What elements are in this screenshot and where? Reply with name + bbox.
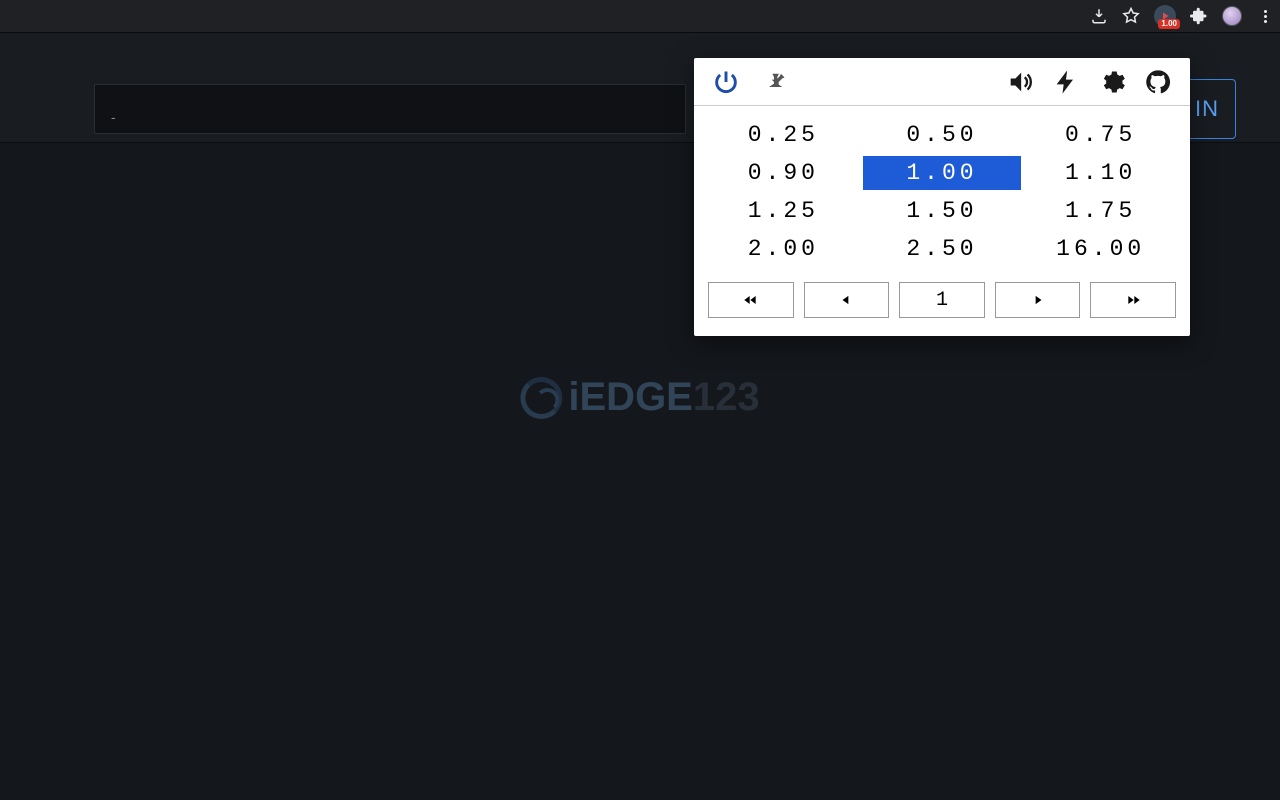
download-icon[interactable] (1090, 7, 1108, 25)
extension-icon[interactable]: 1.00 (1154, 5, 1176, 27)
speed-preset-1-00[interactable]: 1.00 (863, 156, 1022, 190)
speed-preset-2-00[interactable]: 2.00 (704, 232, 863, 266)
speed-value-input[interactable]: 1 (899, 282, 985, 318)
power-icon[interactable] (712, 68, 740, 96)
rewind-button[interactable] (804, 282, 890, 318)
speed-control-popup: 0.250.500.75 0.901.001.10 1.251.501.75 2.00… (694, 58, 1190, 336)
edge-logo-icon (520, 377, 562, 419)
volume-icon[interactable] (1006, 68, 1034, 96)
speed-preset-0-25[interactable]: 0.25 (704, 118, 863, 152)
extensions-icon[interactable] (1190, 7, 1208, 25)
brand-text: iEDGE123 (568, 375, 759, 420)
forward-fast-button[interactable] (1090, 282, 1176, 318)
speed-preset-16-00[interactable]: 16.00 (1021, 232, 1180, 266)
search-placeholder: - (111, 109, 116, 125)
github-icon[interactable] (1144, 68, 1172, 96)
speed-preset-1-50[interactable]: 1.50 (863, 194, 1022, 228)
speed-preset-1-10[interactable]: 1.10 (1021, 156, 1180, 190)
browser-toolbar: 1.00 (0, 0, 1280, 33)
sign-in-label: IN (1195, 96, 1219, 122)
speed-preset-0-90[interactable]: 0.90 (704, 156, 863, 190)
star-icon[interactable] (1122, 7, 1140, 25)
extension-badge: 1.00 (1158, 19, 1180, 29)
forward-button[interactable] (995, 282, 1081, 318)
bolt-icon[interactable] (1052, 68, 1080, 96)
speed-preset-2-50[interactable]: 2.50 (863, 232, 1022, 266)
speed-preset-1-25[interactable]: 1.25 (704, 194, 863, 228)
kebab-menu-icon[interactable] (1256, 7, 1274, 25)
brand-watermark: iEDGE123 (520, 375, 759, 420)
speed-stepper: 1 (694, 282, 1190, 336)
speed-preset-0-50[interactable]: 0.50 (863, 118, 1022, 152)
speed-preset-1-75[interactable]: 1.75 (1021, 194, 1180, 228)
gear-icon[interactable] (1098, 68, 1126, 96)
search-input[interactable]: - (94, 84, 686, 134)
speed-preset-0-75[interactable]: 0.75 (1021, 118, 1180, 152)
popup-toolbar (694, 58, 1190, 106)
speed-preset-grid: 0.250.500.75 0.901.001.10 1.251.501.75 2.00… (694, 106, 1190, 282)
pin-icon[interactable] (760, 68, 788, 96)
profile-avatar[interactable] (1222, 6, 1242, 26)
rewind-fast-button[interactable] (708, 282, 794, 318)
